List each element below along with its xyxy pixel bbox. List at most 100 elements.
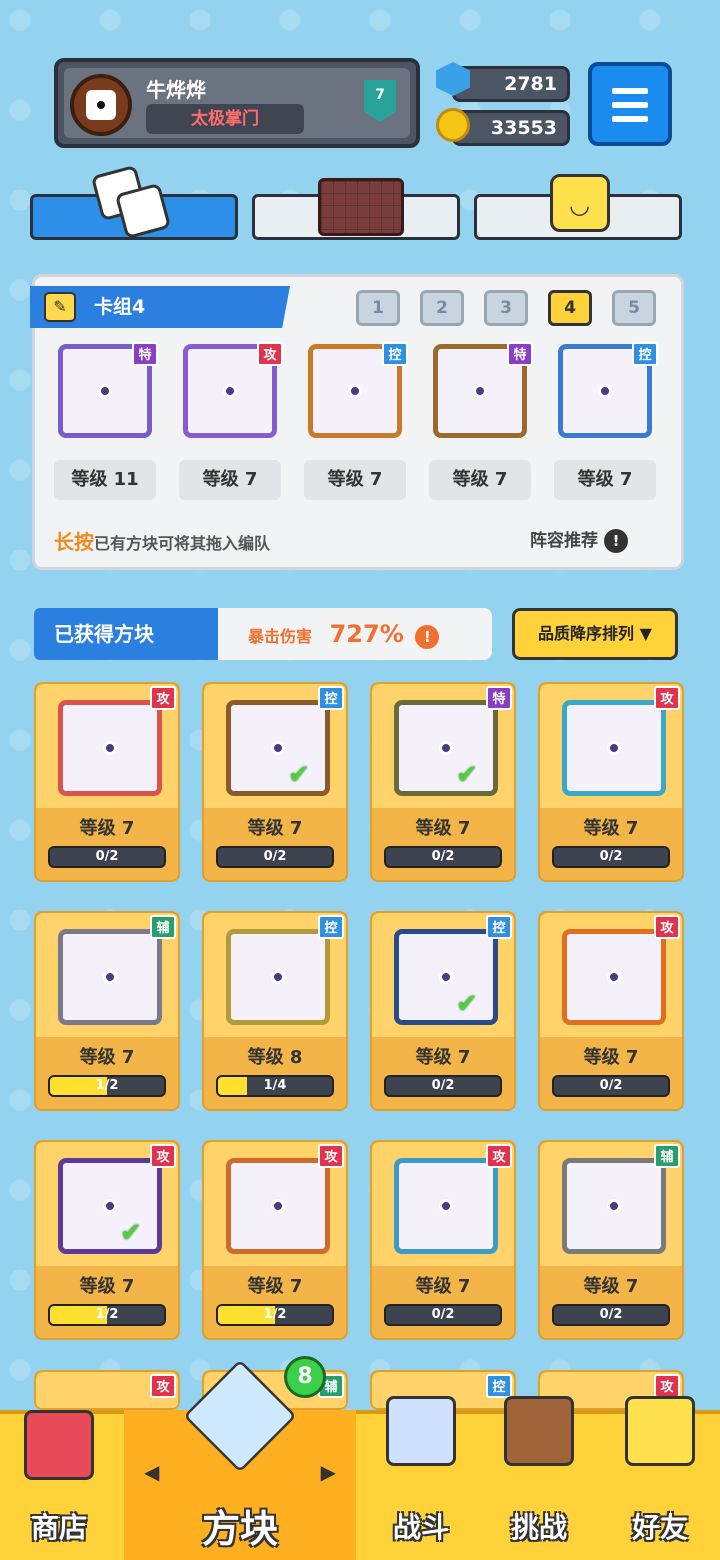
shop-icon (24, 1410, 94, 1480)
dice-block-icon (394, 700, 498, 796)
owned-card[interactable]: 攻等级 7 0/2 (34, 682, 180, 882)
owned-card[interactable]: 攻等级 7 0/2 (370, 1140, 516, 1340)
crit-info-icon: ! (415, 625, 440, 649)
upgrade-progress-bar: 0/2 (384, 1304, 502, 1326)
tag-control: 控 (382, 342, 408, 366)
deck-card-level: 等级 11 (54, 460, 156, 500)
progress-text: 1/2 (263, 1307, 287, 1322)
progress-text: 0/2 (431, 1078, 455, 1093)
hint-key: 长按 (54, 530, 94, 554)
prev-arrow-icon[interactable]: ◀ (144, 1460, 159, 1484)
owned-card[interactable]: 攻等级 7 0/2 (538, 682, 684, 882)
player-name: 牛烨烨 (146, 78, 206, 102)
deck-card[interactable]: 特 (52, 342, 158, 442)
tag-attack: 攻 (486, 1144, 512, 1168)
nav-shop[interactable]: 商店 (0, 1410, 118, 1560)
owned-card[interactable]: 攻等级 7 1/2 (202, 1140, 348, 1340)
crit-value: 727% (329, 620, 404, 648)
deck-slot-5-button[interactable]: 5 (612, 290, 656, 326)
equipped-check-icon: ✔ (120, 1218, 142, 1248)
dice-block-icon (58, 700, 162, 796)
avatar[interactable] (70, 74, 132, 136)
nav-challenge[interactable]: 挑战 (480, 1396, 598, 1560)
deck-slot-3-button[interactable]: 3 (484, 290, 528, 326)
owned-card[interactable]: 攻 (34, 1370, 180, 1410)
dice-block-icon (394, 929, 498, 1025)
tag-control: 控 (318, 686, 344, 710)
deck-card-level: 等级 7 (179, 460, 281, 500)
owned-card[interactable]: ✔ 特等级 7 0/2 (370, 682, 516, 882)
progress-text: 0/2 (599, 1307, 623, 1322)
battle-icon (386, 1396, 456, 1466)
tag-control: 控 (486, 915, 512, 939)
dice-block-icon (226, 929, 330, 1025)
dice-block-icon (58, 929, 162, 1025)
player-title: 太极掌门 (146, 104, 304, 134)
nav-friends-label: 好友 (631, 1511, 688, 1544)
deck-slot-4-button[interactable]: 4 (548, 290, 592, 326)
recommend-button[interactable]: 阵容推荐! (530, 526, 628, 553)
owned-card[interactable]: 攻等级 7 0/2 (538, 911, 684, 1111)
deck-slot-1-button[interactable]: 1 (356, 290, 400, 326)
progress-text: 1/2 (95, 1307, 119, 1322)
owned-card[interactable]: 控等级 8 1/4 (202, 911, 348, 1111)
deck-card-level: 等级 7 (304, 460, 406, 500)
dice-block-icon (394, 1158, 498, 1254)
nav-challenge-label: 挑战 (510, 1511, 567, 1544)
owned-title: 已获得方块 (34, 608, 234, 660)
sort-dropdown[interactable]: 品质降序排列 ▼ (512, 608, 678, 660)
equipped-check-icon: ✔ (456, 760, 478, 790)
profile-panel[interactable]: 牛烨烨 太极掌门 7 (54, 58, 420, 148)
deck-card-level: 等级 7 (429, 460, 531, 500)
dice-block-icon (562, 1158, 666, 1254)
upgrade-progress-bar: 1/2 (48, 1304, 166, 1326)
edit-pencil-icon[interactable]: ✎ (44, 292, 76, 322)
owned-card[interactable]: 辅等级 7 1/2 (34, 911, 180, 1111)
owned-card[interactable]: ✔ 控等级 7 0/2 (202, 682, 348, 882)
upgrade-progress-bar: 0/2 (552, 1075, 670, 1097)
nav-friends[interactable]: 好友 (600, 1396, 720, 1560)
info-icon: ! (604, 529, 628, 553)
crit-damage[interactable]: 暴击伤害 727% ! (218, 608, 492, 660)
deck-slot-2-button[interactable]: 2 (420, 290, 464, 326)
dice-block-icon (226, 700, 330, 796)
tag-attack: 攻 (654, 686, 680, 710)
dice-block-icon (562, 929, 666, 1025)
coin-icon (436, 108, 470, 142)
progress-text: 0/2 (599, 1078, 623, 1093)
owned-card[interactable]: 辅等级 7 0/2 (538, 1140, 684, 1340)
hint-text: 已有方块可将其拖入编队 (94, 534, 271, 553)
tag-attack: 攻 (654, 1374, 680, 1398)
dice-block-icon (226, 1158, 330, 1254)
deck-card[interactable]: 控 (552, 342, 658, 442)
progress-text: 0/2 (95, 849, 119, 864)
tag-control: 控 (486, 1374, 512, 1398)
equipped-check-icon: ✔ (456, 989, 478, 1019)
tag-attack: 攻 (150, 1144, 176, 1168)
next-arrow-icon[interactable]: ▶ (321, 1460, 336, 1484)
friends-icon (625, 1396, 695, 1466)
upgrade-progress-bar: 1/2 (216, 1304, 334, 1326)
deck-card[interactable]: 特 (427, 342, 533, 442)
upgrade-progress-bar: 0/2 (552, 1304, 670, 1326)
menu-button[interactable] (588, 62, 672, 146)
upgrade-progress-bar: 0/2 (384, 1075, 502, 1097)
nav-battle[interactable]: 战斗 (362, 1396, 480, 1560)
owned-card[interactable]: ✔ 攻等级 7 1/2 (34, 1140, 180, 1340)
menu-line (612, 88, 648, 94)
tag-support: 辅 (150, 915, 176, 939)
deck-card[interactable]: 控 (302, 342, 408, 442)
card-level: 等级 7 (79, 1276, 135, 1297)
deck-card[interactable]: 攻 (177, 342, 283, 442)
nav-block[interactable]: ◀ ▶ 方块 (124, 1359, 356, 1560)
deck-hint: 长按已有方块可将其拖入编队 (54, 526, 270, 555)
owned-card[interactable]: ✔ 控等级 7 0/2 (370, 911, 516, 1111)
progress-text: 0/2 (431, 1307, 455, 1322)
challenge-icon (504, 1396, 574, 1466)
progress-text: 1/2 (95, 1078, 119, 1093)
dice-block-icon (58, 1158, 162, 1254)
progress-text: 0/2 (263, 849, 287, 864)
card-level: 等级 7 (79, 1047, 135, 1068)
board-tab-icon (318, 178, 404, 236)
dice-block-icon (562, 700, 666, 796)
